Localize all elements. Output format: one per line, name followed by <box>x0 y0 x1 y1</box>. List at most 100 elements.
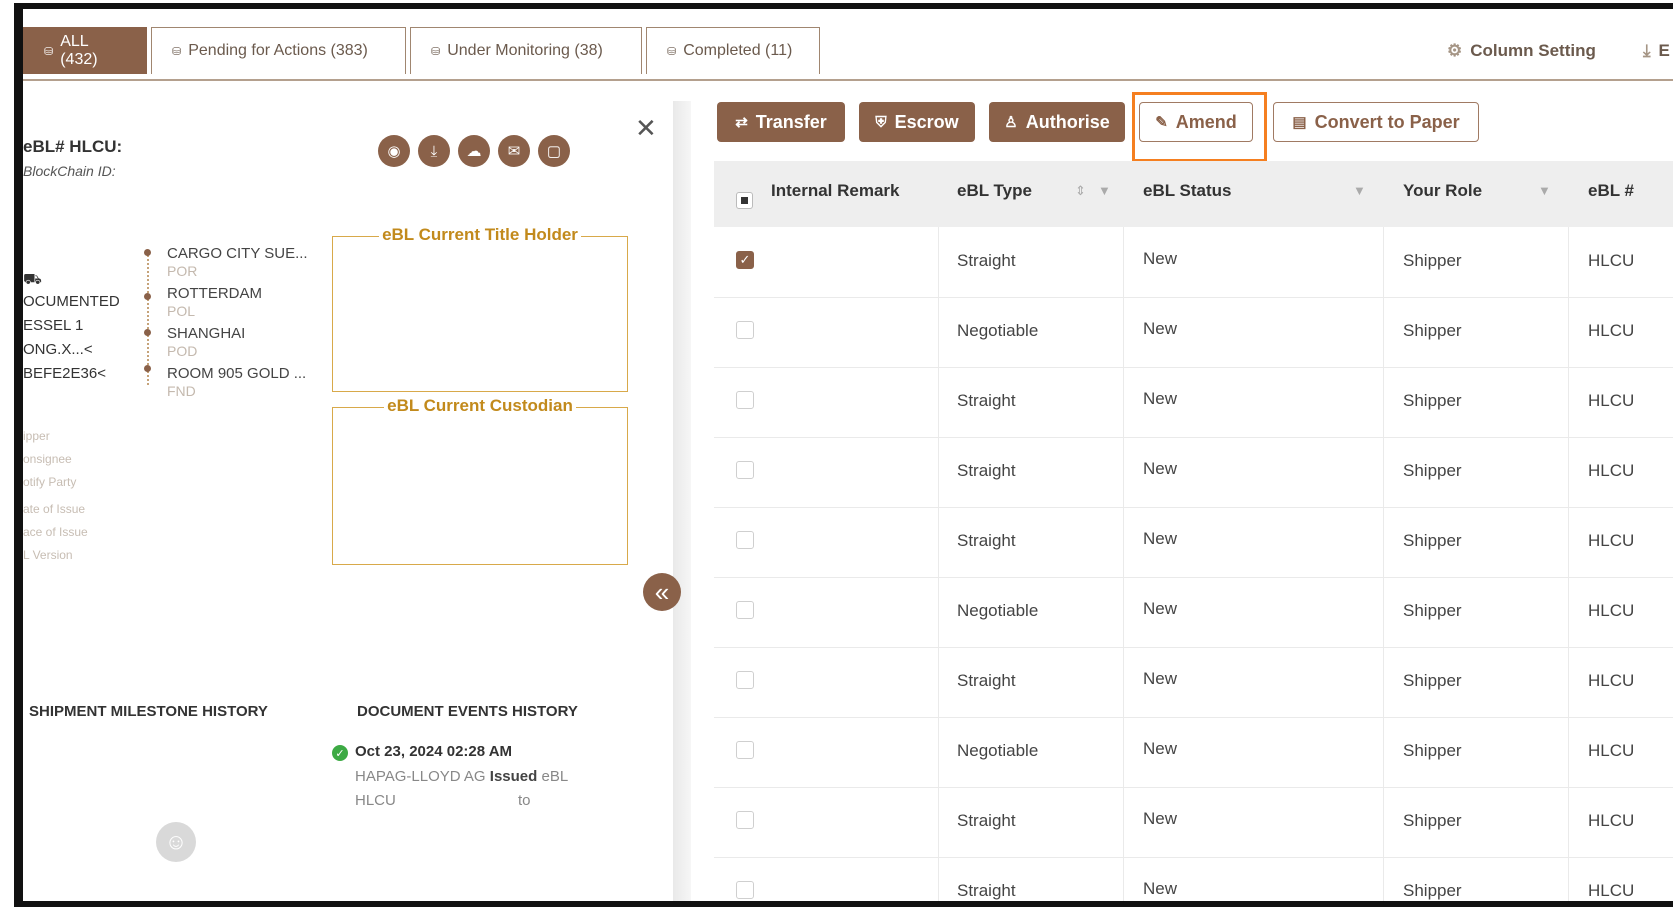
amend-button[interactable]: ✎ Amend <box>1139 102 1253 142</box>
ebl-number-cell[interactable]: HLCU <box>1588 251 1634 271</box>
row-checkbox[interactable] <box>736 741 754 759</box>
table-row[interactable]: Negotiable New Shipper HLCU <box>714 717 1673 788</box>
eye-icon[interactable]: ◉ <box>378 135 410 167</box>
ebl-number-cell[interactable]: HLCU <box>1588 601 1634 621</box>
database-icon: ⛁ <box>172 45 182 58</box>
row-checkbox[interactable] <box>736 531 754 549</box>
role-cell: Shipper <box>1403 811 1462 830</box>
authorise-button[interactable]: ♙ Authorise <box>989 102 1125 142</box>
ebl-number: eBL# HLCU: <box>23 137 123 156</box>
row-checkbox[interactable] <box>736 391 754 409</box>
row-checkbox[interactable]: ✓ <box>736 251 754 269</box>
table-row[interactable]: ✓ Straight New Shipper HLCU <box>714 227 1673 298</box>
transfer-button[interactable]: ⇄ Transfer <box>717 102 845 142</box>
tab-divider <box>23 79 1673 81</box>
filter-icon[interactable]: ▼ <box>1538 183 1551 198</box>
filter-icon[interactable]: ▼ <box>1098 183 1111 198</box>
download-icon: ⤓ <box>1643 41 1651 60</box>
row-checkbox[interactable] <box>736 881 754 899</box>
ebl-type-cell: Negotiable <box>957 321 1039 340</box>
row-checkbox[interactable] <box>736 461 754 479</box>
table-row[interactable]: Straight New Shipper HLCU <box>714 507 1673 578</box>
tab-under-monitoring[interactable]: ⛁ Under Monitoring (38) <box>410 27 642 74</box>
row-checkbox[interactable] <box>736 671 754 689</box>
status-tabs: ⛁ ALL (432) ⛁ Pending for Actions (383) … <box>23 27 824 79</box>
column-your-role[interactable]: Your Role <box>1403 181 1482 201</box>
cloud-upload-icon[interactable]: ☁ <box>458 135 490 167</box>
column-ebl-status[interactable]: eBL Status <box>1143 181 1232 201</box>
filter-icon[interactable]: ▼ <box>1353 183 1366 198</box>
panel-divider <box>673 101 691 901</box>
ebl-type-cell: Negotiable <box>957 741 1039 760</box>
ebl-number-cell[interactable]: HLCU <box>1588 811 1634 831</box>
transfer-icon: ⇄ <box>735 114 748 131</box>
shipper-label: ipper <box>23 429 50 443</box>
ebl-status-cell: New <box>1143 249 1178 268</box>
table-row[interactable]: Negotiable New Shipper HLCU <box>714 297 1673 368</box>
column-ebl-number[interactable]: eBL # <box>1588 181 1634 201</box>
export-button[interactable]: ⤓ E <box>1643 41 1670 61</box>
ebl-number-cell[interactable]: HLCU <box>1588 671 1634 691</box>
route-pol-code: POL <box>167 303 196 319</box>
role-cell: Shipper <box>1403 531 1462 550</box>
ebl-status-cell: New <box>1143 529 1178 548</box>
ebl-number-cell[interactable]: HLCU <box>1588 741 1634 761</box>
table-row[interactable]: Negotiable New Shipper HLCU <box>714 577 1673 648</box>
download-icon[interactable]: ⤓ <box>418 135 450 167</box>
escrow-button[interactable]: ⛨ Escrow <box>859 102 975 142</box>
event-to-label: to <box>518 792 531 809</box>
sort-icon[interactable]: ⇕ <box>1075 183 1086 199</box>
vessel-name: ESSEL 1 <box>23 317 84 334</box>
tab-pending-for-actions[interactable]: ⛁ Pending for Actions (383) <box>151 27 406 74</box>
column-internal-remark[interactable]: Internal Remark <box>771 181 900 201</box>
ebl-type-cell: Straight <box>957 811 1016 830</box>
convert-to-paper-button[interactable]: ▤ Convert to Paper <box>1273 102 1479 142</box>
ebl-status-cell: New <box>1143 319 1178 338</box>
route-fnd-name: ROOM 905 GOLD ... <box>167 365 307 382</box>
table-row[interactable]: Straight New Shipper HLCU <box>714 647 1673 718</box>
column-setting-button[interactable]: ⚙ Column Setting <box>1447 41 1596 61</box>
place-of-issue-label: ace of Issue <box>23 525 88 539</box>
collapse-panel-button[interactable]: « <box>643 573 681 611</box>
tab-completed[interactable]: ⛁ Completed (11) <box>646 27 820 74</box>
ebl-number-cell[interactable]: HLCU <box>1588 461 1634 481</box>
table-row[interactable]: Straight New Shipper HLCU <box>714 857 1673 901</box>
ebl-number-cell[interactable]: HLCU <box>1588 391 1634 411</box>
ebl-number-cell[interactable]: HLCU <box>1588 321 1634 341</box>
tab-all[interactable]: ⛁ ALL (432) <box>23 27 147 74</box>
ebl-status-cell: New <box>1143 739 1178 758</box>
event-description: HAPAG-LLOYD AG Issued eBL <box>355 768 568 785</box>
comment-icon[interactable]: ▢ <box>538 135 570 167</box>
close-icon[interactable]: ✕ <box>635 113 657 144</box>
event-date: Oct 23, 2024 02:28 AM <box>355 743 513 760</box>
event-action: Issued <box>489 768 538 785</box>
table-row[interactable]: Straight New Shipper HLCU <box>714 787 1673 858</box>
row-checkbox[interactable] <box>736 321 754 339</box>
ebl-type-cell: Straight <box>957 881 1016 900</box>
ebl-number-cell[interactable]: HLCU <box>1588 531 1634 551</box>
transfer-label: Transfer <box>755 111 827 132</box>
column-ebl-type[interactable]: eBL Type <box>957 181 1032 201</box>
tab-label: ALL (432) <box>60 33 98 68</box>
route-fnd-code: FND <box>167 383 196 399</box>
tab-label: Under Monitoring (38) <box>447 42 603 59</box>
mail-icon[interactable]: ✉ <box>498 135 530 167</box>
table-row[interactable]: Straight New Shipper HLCU <box>714 367 1673 438</box>
select-all-checkbox[interactable] <box>736 192 753 209</box>
table-row[interactable]: Straight New Shipper HLCU <box>714 437 1673 508</box>
role-cell: Shipper <box>1403 321 1462 340</box>
role-cell: Shipper <box>1403 391 1462 410</box>
ebl-type-cell: Negotiable <box>957 601 1039 620</box>
document-icon: ▤ <box>1292 114 1307 131</box>
ebl-status-cell: New <box>1143 879 1178 898</box>
event-ebl-ref: HLCU <box>355 792 396 809</box>
ebl-type-cell: Straight <box>957 251 1016 270</box>
shield-icon: ⛨ <box>875 113 887 131</box>
avatar: ☺ <box>156 822 196 862</box>
event-description-line2: HLCU to <box>355 792 531 809</box>
ebl-number-cell[interactable]: HLCU <box>1588 881 1634 901</box>
row-checkbox[interactable] <box>736 811 754 829</box>
row-checkbox[interactable] <box>736 601 754 619</box>
route-dot <box>144 329 151 336</box>
role-cell: Shipper <box>1403 671 1462 690</box>
